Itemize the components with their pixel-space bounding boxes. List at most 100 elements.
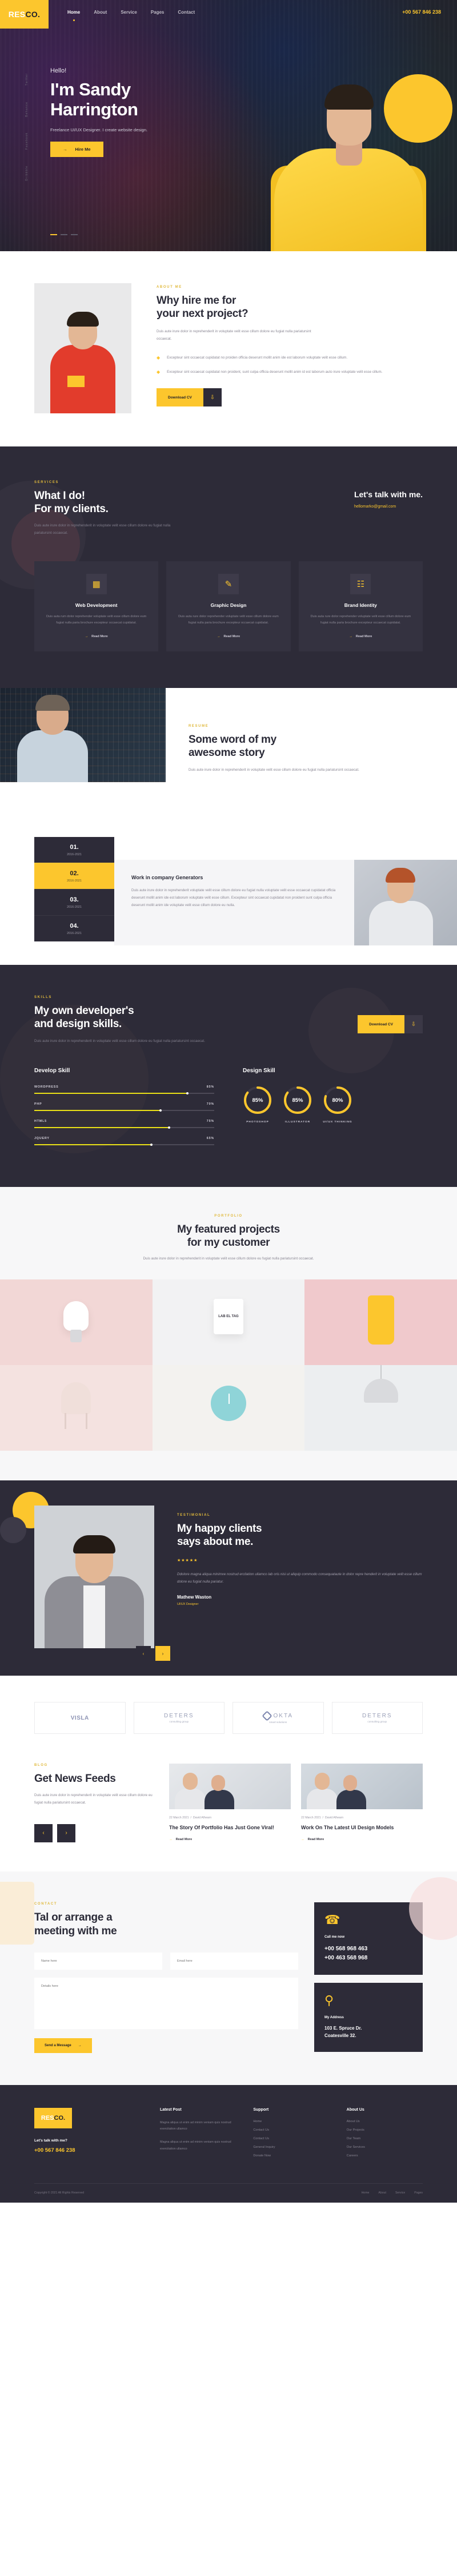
blog-read-more-label: Read More xyxy=(307,1838,324,1842)
footer-link[interactable]: Contact Us xyxy=(253,2128,329,2132)
service-read-more[interactable]: → Read More xyxy=(85,635,108,638)
contact-phone-title: Call me now xyxy=(324,1935,345,1939)
footer-latest-post[interactable]: Magna aliqua ut enim ad minim veniam qui… xyxy=(160,2139,236,2152)
chevron-right-icon[interactable]: › xyxy=(155,1646,170,1661)
design-skill-circle: 85% PHOTOSHOP xyxy=(243,1085,272,1124)
testimonial-slider-nav[interactable]: ‹ › xyxy=(136,1646,170,1661)
skill-bar: PHP 70% xyxy=(34,1102,214,1112)
footer-link[interactable]: Careers xyxy=(347,2154,423,2158)
skills-download-cv-button[interactable]: Download CV xyxy=(358,1015,404,1034)
social-behance[interactable]: Behance xyxy=(25,102,29,117)
skill-bar-value: 65% xyxy=(206,1137,214,1141)
blog-post-title[interactable]: The Story Of Portfolio Has Just Gone Vir… xyxy=(169,1824,291,1832)
blog-post-card[interactable]: 22 March 2021 / David Alhearn Work On Th… xyxy=(301,1764,423,1843)
blog-read-more[interactable]: → Read More xyxy=(301,1838,324,1841)
service-read-more[interactable]: → Read More xyxy=(349,635,372,638)
portfolio-item-chair[interactable] xyxy=(0,1365,153,1451)
footer-logo[interactable]: RES CO. xyxy=(34,2107,72,2128)
design-skill-label: UI/UX THINKING xyxy=(323,1121,352,1124)
portfolio-item-label-tag[interactable]: LAB EL TAG xyxy=(152,1279,305,1366)
nav-item-contact[interactable]: Contact xyxy=(178,10,195,15)
portfolio-item-light-bulb[interactable] xyxy=(0,1279,153,1366)
footer-link[interactable]: General Inquiry xyxy=(253,2146,329,2149)
footer-link[interactable]: Contact Us xyxy=(253,2137,329,2140)
footer-bottom-link-service[interactable]: Service xyxy=(395,2191,405,2195)
portfolio-item-clock[interactable] xyxy=(152,1365,305,1451)
blog-post-card[interactable]: 22 March 2021 / David Alhearn The Story … xyxy=(169,1764,291,1843)
header-phone[interactable]: +00 567 846 238 xyxy=(402,9,441,15)
service-card-title: Graphic Design xyxy=(210,602,247,608)
main-navigation[interactable]: Home About Service Pages Contact xyxy=(67,10,195,15)
service-card[interactable]: ✎ Graphic Design Duis auta rure dolor re… xyxy=(166,561,291,652)
blog-slider-nav[interactable]: ‹ › xyxy=(34,1824,154,1842)
resume-detail-text: Duis aute irure dolor in reprehenderit v… xyxy=(131,888,336,907)
resume-step[interactable]: 03. 2016-2021 xyxy=(34,889,114,916)
name-input[interactable] xyxy=(34,1952,162,1970)
service-card[interactable]: ☷ Brand Identity Duis auta rure dolor re… xyxy=(298,561,423,652)
download-cv-button[interactable]: Download CV xyxy=(157,388,203,407)
service-read-more-label: Read More xyxy=(355,635,372,639)
lets-talk-email[interactable]: hellomarko@gmail.com xyxy=(354,505,423,509)
phone-icon: ☎ xyxy=(324,1913,340,1927)
hero-dot-2[interactable] xyxy=(61,234,67,235)
chevron-right-icon[interactable]: › xyxy=(57,1824,75,1842)
download-icon[interactable]: ⇩ xyxy=(404,1015,423,1034)
testimonial-author-role: UI/UX Designer xyxy=(177,1603,199,1607)
footer-link[interactable]: Our Projects xyxy=(347,2128,423,2132)
footer-link[interactable]: Our Team xyxy=(347,2137,423,2140)
resume-intro: Duis aute irure dolor in reprehenderit i… xyxy=(189,767,359,772)
resume-step[interactable]: 01. 2016-2021 xyxy=(34,837,114,863)
footer-link[interactable]: Donate Now xyxy=(253,2154,329,2158)
about-tag: ABOUT ME xyxy=(157,285,182,289)
arrow-right-icon: → xyxy=(217,635,221,639)
resume-title-line-1: Some word of my xyxy=(189,734,276,746)
nav-item-service[interactable]: Service xyxy=(121,10,137,15)
nav-item-about[interactable]: About xyxy=(94,10,107,15)
hero-dot-3[interactable] xyxy=(71,234,78,235)
hero-social-links[interactable]: Twitter Behance Facebook Dribbble xyxy=(25,73,29,181)
footer-bottom-link-pages[interactable]: Pages xyxy=(414,2191,423,2195)
service-card[interactable]: ▦ Web Development Duis auta rum dolor re… xyxy=(34,561,159,652)
details-textarea[interactable] xyxy=(34,1977,298,2029)
blog-section: BLOG Get News Feeds Duis aute irure dolo… xyxy=(0,1740,457,1872)
resume-step[interactable]: 02. 2016-2021 xyxy=(34,863,114,889)
portfolio-item-lamp[interactable] xyxy=(304,1365,457,1451)
download-icon[interactable]: ⇩ xyxy=(203,388,222,407)
site-logo[interactable]: RES CO. xyxy=(0,0,49,29)
footer-latest-post[interactable]: Magna aliqua ut enim ad minim veniam qui… xyxy=(160,2120,236,2133)
email-input[interactable] xyxy=(170,1952,298,1970)
footer-bottom-links[interactable]: Home About Service Pages xyxy=(362,2191,423,2195)
footer-link[interactable]: Our Services xyxy=(347,2146,423,2149)
send-message-button[interactable]: Send a Message → xyxy=(34,2038,92,2053)
nav-item-home[interactable]: Home xyxy=(67,10,80,15)
resume-step-years: 2016-2021 xyxy=(67,932,82,936)
chevron-left-icon[interactable]: ‹ xyxy=(136,1646,151,1661)
blog-post-date: 22 March 2021 xyxy=(301,1816,321,1820)
hero-slider-dots[interactable] xyxy=(50,234,78,235)
footer-bottom-link-about[interactable]: About xyxy=(378,2191,386,2195)
footer-link[interactable]: About Us xyxy=(347,2120,423,2123)
client-subtitle: consulting group xyxy=(169,1720,189,1724)
nav-item-pages[interactable]: Pages xyxy=(151,10,165,15)
arrow-right-icon: → xyxy=(301,1838,304,1842)
blog-post-title[interactable]: Work On The Latest UI Design Models xyxy=(301,1824,423,1832)
hero-section: RES CO. Home About Service Pages Contact … xyxy=(0,0,457,251)
hire-me-button[interactable]: → Hire Me xyxy=(50,142,103,158)
footer-link[interactable]: Home xyxy=(253,2120,329,2123)
blog-read-more[interactable]: → Read More xyxy=(169,1838,192,1841)
logo-part-2: CO. xyxy=(25,10,41,19)
skills-columns: Develop Skill WORDPRESS 85% PHP 70% HTML… xyxy=(34,1068,423,1154)
chevron-left-icon[interactable]: ‹ xyxy=(34,1824,53,1842)
client-subtitle: consulting group xyxy=(367,1720,387,1724)
resume-step[interactable]: 04. 2016-2021 xyxy=(34,915,114,942)
footer-phone[interactable]: +00 567 846 238 xyxy=(34,2147,143,2154)
portfolio-item-coffee-cup[interactable] xyxy=(304,1279,457,1366)
footer-bottom-link-home[interactable]: Home xyxy=(362,2191,370,2195)
skills-tag: SKILLS xyxy=(34,996,52,1000)
social-facebook[interactable]: Facebook xyxy=(25,132,29,150)
social-dribbble[interactable]: Dribbble xyxy=(25,166,29,181)
social-twitter[interactable]: Twitter xyxy=(25,73,29,86)
service-read-more[interactable]: → Read More xyxy=(217,635,240,638)
resume-detail-title: Work in company Generators xyxy=(131,875,203,881)
hero-dot-1[interactable] xyxy=(50,234,57,235)
